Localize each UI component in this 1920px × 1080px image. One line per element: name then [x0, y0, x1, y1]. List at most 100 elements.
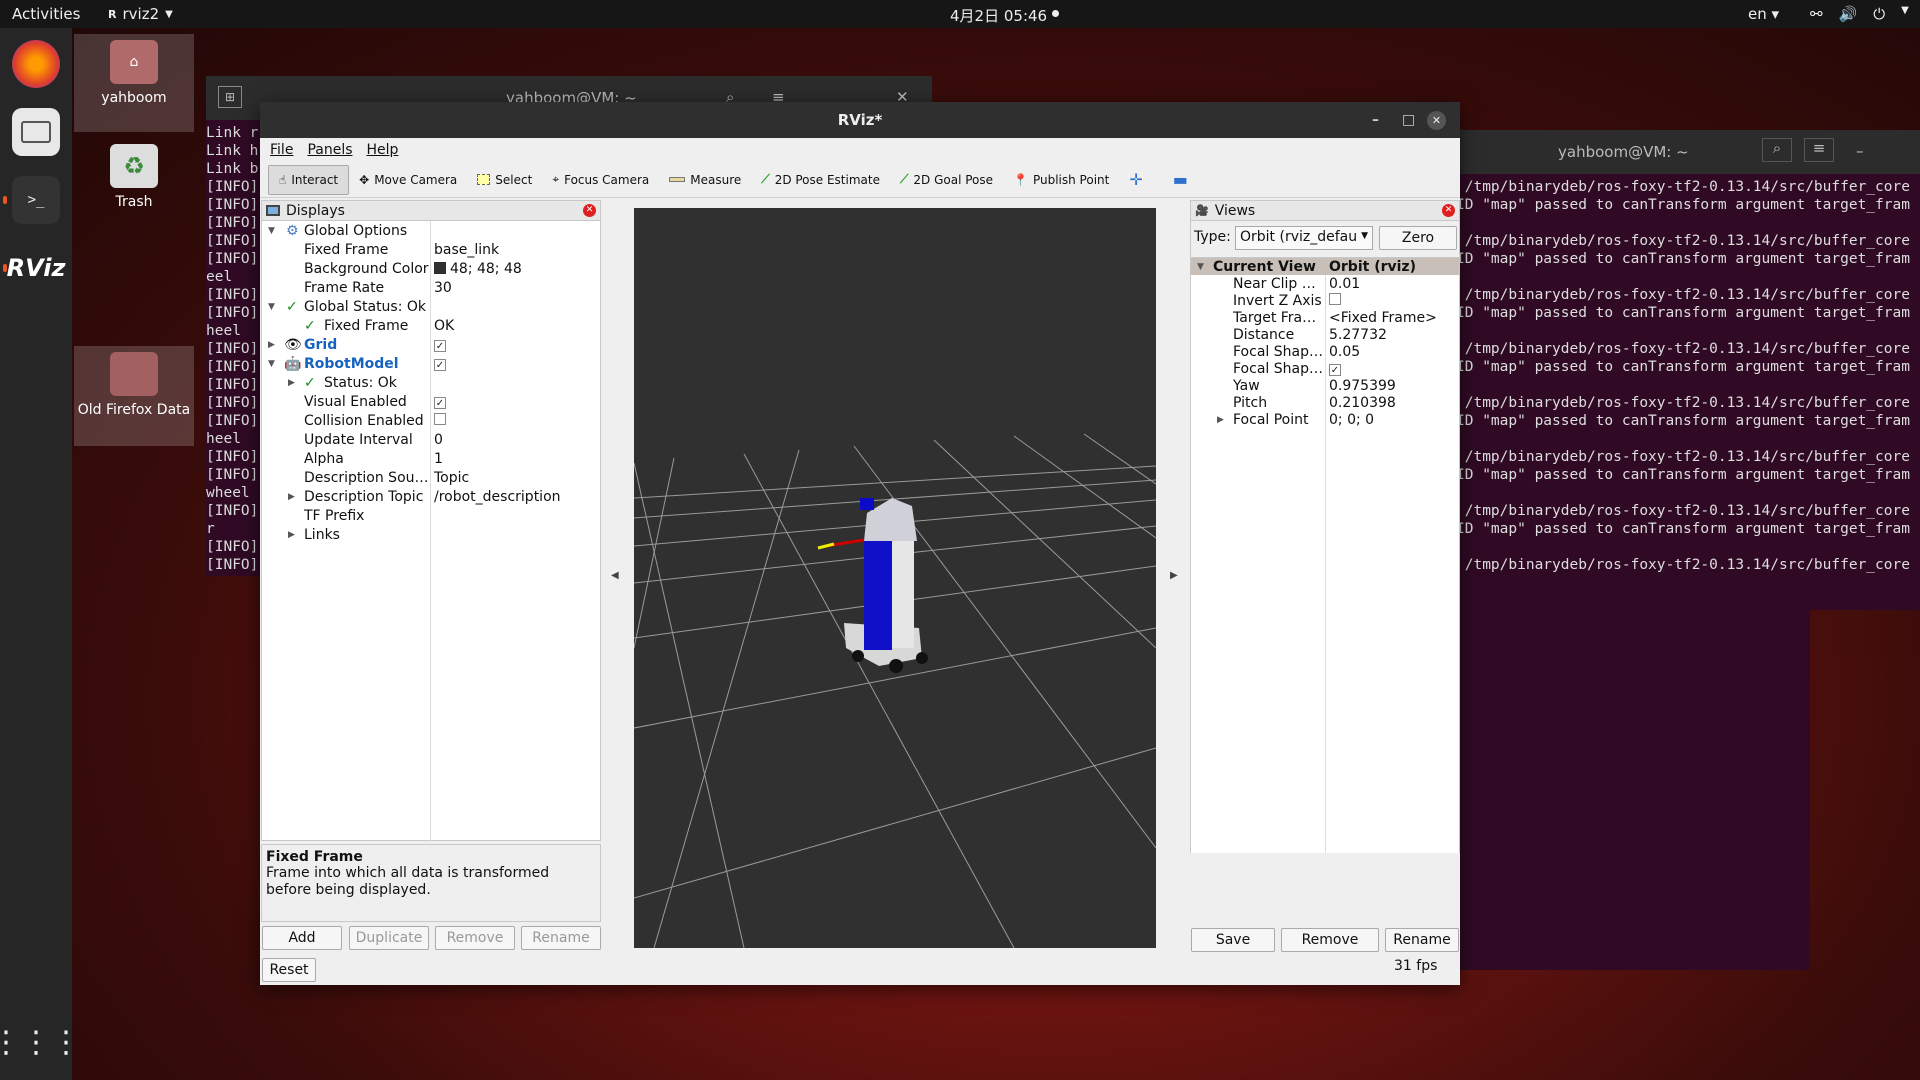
tree-row[interactable]: ▼ Current View Orbit (rviz) — [1191, 258, 1459, 275]
tree-row[interactable]: Frame Rate 30 — [262, 278, 600, 297]
maximize-button[interactable]: □ — [1402, 102, 1415, 138]
expand-arrow-icon[interactable]: ▼ — [268, 359, 275, 369]
tree-value[interactable]: 0; 0; 0 — [1329, 412, 1374, 428]
tree-row[interactable]: Pitch 0.210398 — [1191, 394, 1459, 411]
collapse-left-icon[interactable]: ◀ — [611, 570, 619, 581]
minimize-button[interactable]: – — [1372, 102, 1379, 138]
publish-point-tool[interactable]: 📍 Publish Point — [1003, 165, 1119, 195]
expand-arrow-icon[interactable]: ▶ — [268, 340, 275, 350]
select-tool[interactable]: Select — [467, 165, 542, 195]
expand-arrow-icon[interactable]: ▼ — [268, 302, 275, 312]
tree-row[interactable]: ✓ Fixed Frame OK — [262, 316, 600, 335]
window-title-bar[interactable]: RViz* – □ ✕ — [260, 102, 1460, 138]
terminal-window-right[interactable]: yahboom@VM: ~ ⌕ ≡ – /tmp/binarydeb/ros-f… — [1456, 130, 1920, 610]
terminal-icon[interactable]: >_ — [12, 176, 60, 224]
remove-button[interactable]: Remove — [435, 926, 515, 950]
pose-estimate-tool[interactable]: ⟋ 2D Pose Estimate — [751, 165, 890, 195]
show-apps-icon[interactable]: ⋮⋮⋮ — [0, 1018, 81, 1066]
rename-button[interactable]: Rename — [521, 926, 601, 950]
system-tray[interactable]: ⚯ 🔊 ⏻ ▼ — [1810, 5, 1909, 23]
tree-row[interactable]: Alpha 1 — [262, 449, 600, 468]
remove-view-button[interactable]: Remove — [1281, 928, 1379, 952]
tree-row[interactable]: Invert Z Axis — [1191, 292, 1459, 309]
tree-row[interactable]: Focal Shap… ✓ — [1191, 360, 1459, 377]
tree-row[interactable]: ▶ Links — [262, 525, 600, 544]
minimize-icon[interactable]: – — [1856, 142, 1864, 160]
add-tool-button[interactable]: ✛ — [1119, 165, 1152, 195]
interact-tool[interactable]: ☝ Interact — [268, 164, 350, 195]
collision-enabled-checkbox[interactable] — [434, 412, 446, 429]
tree-value[interactable]: 30 — [434, 280, 452, 296]
tree-row[interactable]: Focal Shap… 0.05 — [1191, 343, 1459, 360]
tree-value[interactable]: 0.01 — [1329, 276, 1360, 292]
files-icon[interactable] — [12, 108, 60, 156]
duplicate-button[interactable]: Duplicate — [349, 926, 429, 950]
visual-enabled-checkbox[interactable]: ✓ — [434, 394, 446, 410]
expand-arrow-icon[interactable]: ▼ — [268, 226, 275, 236]
close-panel-icon[interactable]: ✕ — [1442, 204, 1455, 217]
menu-file[interactable]: File — [270, 142, 293, 158]
new-tab-icon[interactable]: ⊞ — [218, 86, 242, 108]
tree-row[interactable]: Fixed Frame base_link — [262, 240, 600, 259]
firefox-icon[interactable] — [12, 40, 60, 88]
tree-row[interactable]: ▼ 🤖 RobotModel ✓ — [262, 354, 600, 373]
tree-value[interactable]: 0.975399 — [1329, 378, 1396, 394]
tree-value[interactable]: 0 — [434, 432, 443, 448]
tree-row[interactable]: Background Color 48; 48; 48 — [262, 259, 600, 278]
menu-help[interactable]: Help — [367, 142, 399, 158]
rename-view-button[interactable]: Rename — [1385, 928, 1459, 952]
clock[interactable]: 4月2日 05:46 — [950, 5, 1047, 26]
tree-row[interactable]: ▼ ⚙ Global Options — [262, 221, 600, 240]
tree-value[interactable]: 1 — [434, 451, 443, 467]
goal-pose-tool[interactable]: ⟋ 2D Goal Pose — [890, 165, 1003, 195]
tree-row[interactable]: ▼ ✓ Global Status: Ok — [262, 297, 600, 316]
tree-row[interactable]: Description Sou… Topic — [262, 468, 600, 487]
tree-row[interactable]: Near Clip … 0.01 — [1191, 275, 1459, 292]
expand-arrow-icon[interactable]: ▼ — [1197, 262, 1204, 272]
robotmodel-enabled-checkbox[interactable]: ✓ — [434, 356, 446, 372]
tree-row[interactable]: ▶ ✓ Status: Ok — [262, 373, 600, 392]
focal-shape-checkbox[interactable]: ✓ — [1329, 361, 1341, 377]
tree-value[interactable]: /robot_description — [434, 489, 561, 505]
collapse-right-icon[interactable]: ▶ — [1170, 570, 1178, 581]
expand-arrow-icon[interactable]: ▶ — [288, 378, 295, 388]
tree-value[interactable]: <Fixed Frame> — [1329, 310, 1437, 326]
search-icon[interactable]: ⌕ — [1762, 138, 1792, 162]
invert-z-checkbox[interactable] — [1329, 292, 1341, 309]
expand-arrow-icon[interactable]: ▶ — [288, 492, 295, 502]
tree-row[interactable]: Distance 5.27732 — [1191, 326, 1459, 343]
tree-value[interactable]: base_link — [434, 242, 499, 258]
tree-row[interactable]: Yaw 0.975399 — [1191, 377, 1459, 394]
tree-row[interactable]: Target Fra… <Fixed Frame> — [1191, 309, 1459, 326]
tree-row[interactable]: ▶ Focal Point 0; 0; 0 — [1191, 411, 1459, 428]
move-camera-tool[interactable]: ✥ Move Camera — [349, 165, 467, 195]
expand-arrow-icon[interactable]: ▶ — [288, 530, 295, 540]
tree-row[interactable]: TF Prefix — [262, 506, 600, 525]
close-panel-icon[interactable]: ✕ — [583, 204, 596, 217]
tree-value[interactable]: 5.27732 — [1329, 327, 1387, 343]
tree-row[interactable]: ▶ 👁 Grid ✓ — [262, 335, 600, 354]
tree-value[interactable]: 0.05 — [1329, 344, 1360, 360]
focus-camera-tool[interactable]: ⌖ Focus Camera — [542, 165, 659, 195]
tree-value[interactable]: 48; 48; 48 — [434, 261, 522, 277]
activities-button[interactable]: Activities — [12, 5, 80, 23]
tree-row[interactable]: Visual Enabled ✓ — [262, 392, 600, 411]
tree-row[interactable]: Collision Enabled — [262, 411, 600, 430]
grid-enabled-checkbox[interactable]: ✓ — [434, 337, 446, 353]
zero-button[interactable]: Zero — [1379, 226, 1457, 250]
menu-panels[interactable]: Panels — [307, 142, 352, 158]
measure-tool[interactable]: Measure — [659, 165, 751, 195]
add-button[interactable]: Add — [262, 926, 342, 950]
expand-arrow-icon[interactable]: ▶ — [1217, 415, 1224, 425]
close-button[interactable]: ✕ — [1427, 111, 1446, 130]
view-type-select[interactable]: Orbit (rviz_defau ▼ — [1235, 226, 1373, 250]
language-indicator[interactable]: en ▾ — [1748, 5, 1779, 23]
menu-icon[interactable]: ≡ — [1804, 138, 1834, 162]
save-view-button[interactable]: Save — [1191, 928, 1275, 952]
desktop-icon-home[interactable]: ⌂ yahboom — [74, 34, 194, 132]
tree-value[interactable]: 0.210398 — [1329, 395, 1396, 411]
tree-row[interactable]: Update Interval 0 — [262, 430, 600, 449]
tree-row[interactable]: ▶ Description Topic/robot_description — [262, 487, 600, 506]
3d-viewport[interactable] — [634, 208, 1156, 948]
desktop-icon-old-firefox-data[interactable]: Old Firefox Data — [74, 346, 194, 446]
